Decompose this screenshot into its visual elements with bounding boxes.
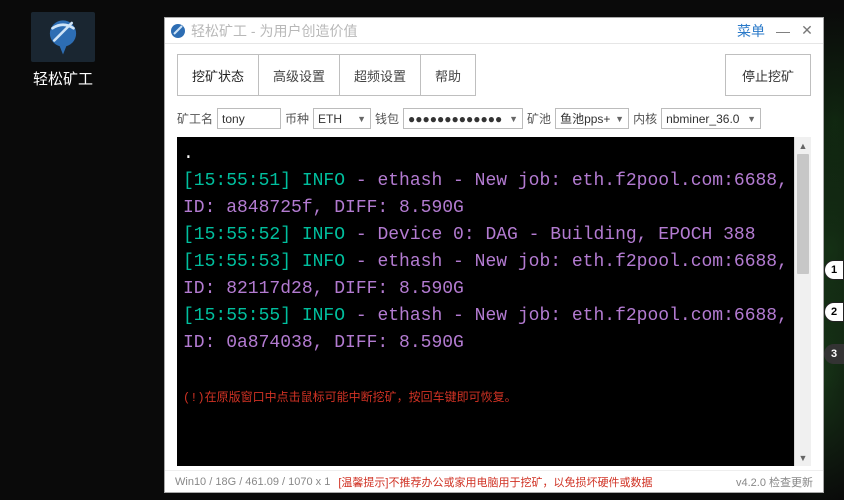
wallet-select[interactable]: ●●●●●●●●●●●●●▼ — [403, 108, 523, 129]
status-tip: [温馨提示]不推荐办公或家用电脑用于挖矿，以免损坏硬件或数据 — [338, 474, 652, 490]
window-title: 轻松矿工 - 为用户创造价值 — [191, 21, 357, 41]
system-info: Win10 / 18G / 461.09 / 1070 x 1 — [175, 476, 330, 488]
side-pill[interactable]: 2 — [824, 302, 844, 322]
coin-select[interactable]: ETH ▼ — [313, 108, 371, 129]
close-button[interactable]: ✕ — [795, 22, 819, 39]
wallet-value: ●●●●●●●●●●●●● — [408, 112, 502, 126]
desktop-shortcut-label: 轻松矿工 — [8, 68, 118, 89]
coin-value: ETH — [318, 112, 342, 126]
miner-name-input[interactable] — [217, 108, 281, 129]
core-label: 内核 — [633, 110, 657, 127]
coin-label: 币种 — [285, 110, 309, 127]
tab-advanced[interactable]: 高级设置 — [259, 54, 340, 96]
chevron-down-icon: ▼ — [743, 114, 756, 124]
pickaxe-icon — [31, 12, 95, 62]
scroll-up-button[interactable]: ▲ — [795, 137, 811, 154]
side-pill[interactable]: 3 — [824, 344, 844, 364]
core-value: nbminer_36.0 — [666, 112, 739, 126]
toolbar: 挖矿状态 高级设置 超频设置 帮助 停止挖矿 — [165, 44, 823, 106]
desktop-shortcut[interactable]: 轻松矿工 — [8, 12, 118, 89]
scroll-down-button[interactable]: ▼ — [795, 449, 811, 466]
core-select[interactable]: nbminer_36.0 ▼ — [661, 108, 761, 129]
chevron-down-icon: ▼ — [505, 114, 518, 124]
terminal-output: . [15:55:51] INFO - ethash - New job: et… — [177, 137, 794, 466]
menu-button[interactable]: 菜单 — [731, 21, 771, 41]
tab-help[interactable]: 帮助 — [421, 54, 476, 96]
pool-value: 鱼池pps+ — [560, 110, 610, 127]
minimize-button[interactable]: — — [771, 23, 795, 39]
field-bar: 矿工名 币种 ETH▼ 钱包 ●●●●●●●●●●●●●▼ 矿池 鱼池pps+▼… — [165, 106, 823, 137]
statusbar: Win10 / 18G / 461.09 / 1070 x 1 [温馨提示]不推… — [165, 470, 823, 492]
app-window: 轻松矿工 - 为用户创造价值 菜单 — ✕ 挖矿状态 高级设置 超频设置 帮助 … — [164, 17, 824, 493]
pool-select[interactable]: 鱼池pps+▼ — [555, 108, 629, 129]
scrollbar: ▲ ▼ — [794, 137, 811, 466]
terminal-container: . [15:55:51] INFO - ethash - New job: et… — [177, 137, 811, 466]
scroll-thumb[interactable] — [797, 154, 809, 274]
wallet-label: 钱包 — [375, 110, 399, 127]
stop-mining-button[interactable]: 停止挖矿 — [725, 54, 811, 96]
chevron-down-icon: ▼ — [611, 114, 624, 124]
side-pill-group: 1 2 3 — [824, 260, 844, 364]
tab-mining-status[interactable]: 挖矿状态 — [177, 54, 259, 96]
miner-name-label: 矿工名 — [177, 110, 213, 127]
tab-overclock[interactable]: 超频设置 — [340, 54, 421, 96]
chevron-down-icon: ▼ — [353, 114, 366, 124]
pool-label: 矿池 — [527, 110, 551, 127]
side-pill[interactable]: 1 — [824, 260, 844, 280]
scroll-track[interactable] — [795, 154, 811, 449]
titlebar: 轻松矿工 - 为用户创造价值 菜单 — ✕ — [165, 18, 823, 44]
version-check-update[interactable]: v4.2.0 检查更新 — [736, 474, 813, 490]
app-icon — [169, 22, 187, 40]
